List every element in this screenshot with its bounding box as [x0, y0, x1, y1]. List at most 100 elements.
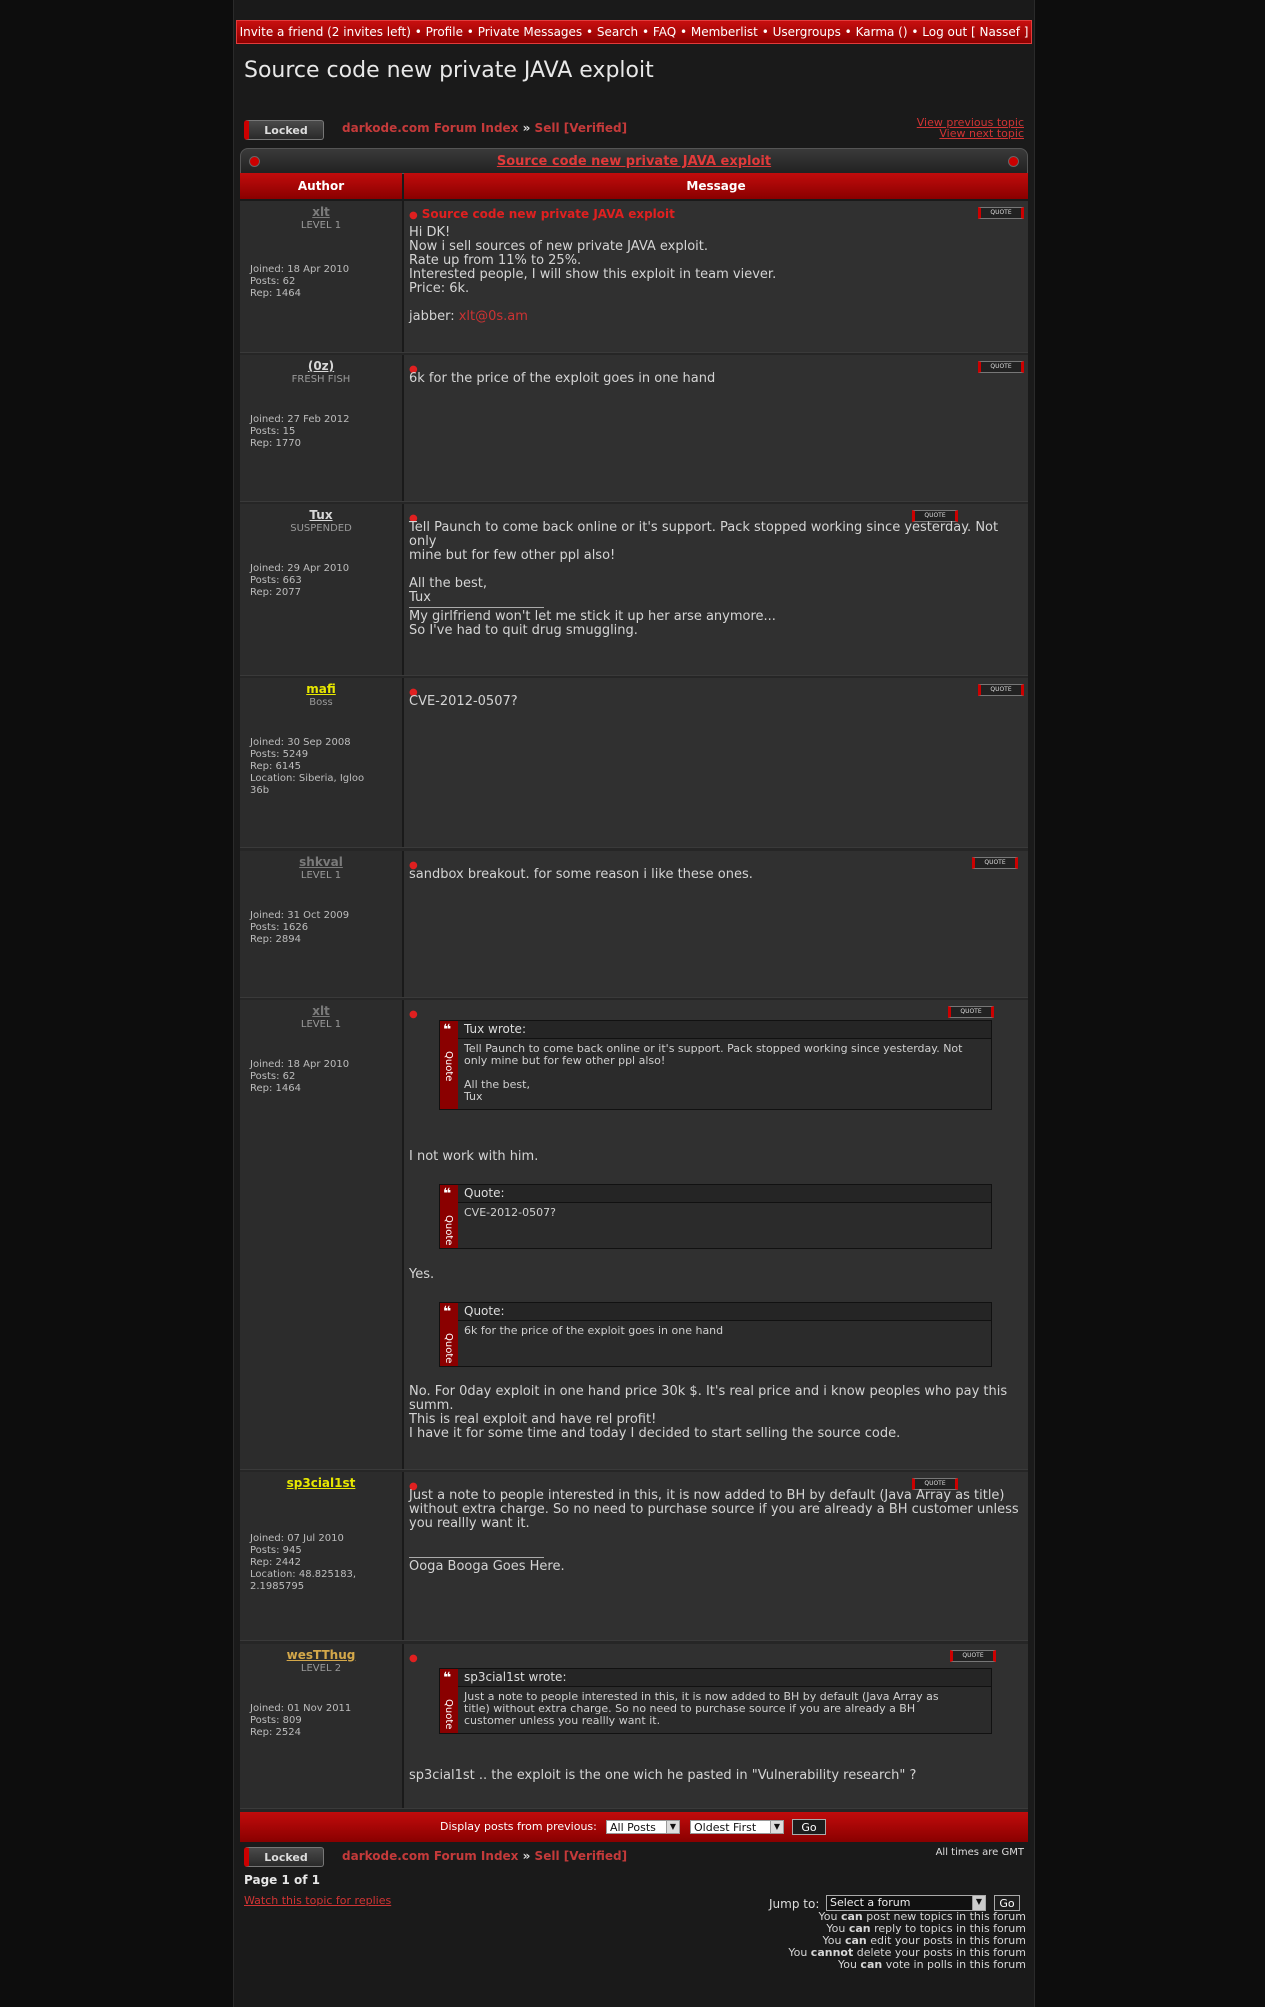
post-body: Tell Paunch to come back online or it's …	[409, 521, 1022, 605]
watch-topic-link[interactable]: Watch this topic for replies	[244, 1894, 391, 1907]
quote-mark-icon: ❝	[443, 1304, 452, 1320]
post-author-cell: shkval LEVEL 1 Joined: 31 Oct 2009 Posts: …	[240, 851, 404, 997]
post-row: Tux SUSPENDED Joined: 29 Apr 2010 Posts: 6…	[240, 504, 1028, 693]
post-row: wesTThug LEVEL 2 Joined: 01 Nov 2011 Posts…	[240, 1644, 1028, 1826]
post-row: xlt LEVEL 1 Joined: 18 Apr 2010 Posts: 62 …	[240, 1000, 1028, 1487]
post-author-name[interactable]: wesTThug	[240, 1648, 402, 1662]
page-title: Source code new private JAVA exploit	[244, 58, 654, 83]
nav-memberlist[interactable]: Memberlist	[691, 25, 758, 39]
quote-sidebar: ❝ Quote	[440, 1669, 458, 1733]
quote-button[interactable]: QUOTE	[948, 1006, 994, 1018]
post-author-cell: mafi Boss Joined: 30 Sep 2008 Posts: 5249 …	[240, 678, 404, 847]
post-author-stats: Joined: 18 Apr 2010 Posts: 62 Rep: 1464	[250, 1059, 350, 1094]
quote-sidebar: ❝ Quote	[440, 1303, 458, 1366]
post-body: 6k for the price of the exploit goes in …	[409, 372, 1022, 386]
post-message-cell: ● QUOTE Tell Paunch to come back online or…	[404, 504, 1028, 675]
view-next-topic-link[interactable]: View next topic	[917, 128, 1024, 139]
post-author-stats: Joined: 27 Feb 2012 Posts: 15 Rep: 1770	[250, 414, 350, 449]
nav-faq[interactable]: FAQ	[653, 25, 676, 39]
post-author-rank: FRESH FISH	[291, 374, 351, 385]
post-author-rank: Boss	[309, 697, 333, 708]
post-author-rank: LEVEL 1	[300, 220, 342, 231]
column-header-message: Message	[404, 173, 1028, 199]
nav-karma[interactable]: Karma ()	[856, 25, 908, 39]
post-body-text: CVE-2012-0507?	[409, 694, 518, 709]
locked-button-bottom[interactable]: Locked	[244, 1847, 324, 1867]
post-body-text: 6k for the price of the exploit goes in …	[409, 371, 716, 386]
post-author-name[interactable]: sp3cial1st	[240, 1476, 402, 1490]
post-author-name[interactable]: xlt	[240, 205, 402, 219]
quote-header: sp3cial1st wrote:	[458, 1669, 991, 1687]
breadcrumb-bottom: darkode.com Forum Index » Sell [Verified…	[342, 1849, 628, 1863]
page-wrapper: Invite a friend (2 invites left) • Profi…	[233, 0, 1035, 2007]
nav-profile[interactable]: Profile	[426, 25, 463, 39]
post-author-name[interactable]: (0z)	[240, 359, 402, 373]
nav-private-messages[interactable]: Private Messages	[478, 25, 583, 39]
topic-table-header: Source code new private JAVA exploit	[240, 148, 1028, 174]
post-body-text: Tell Paunch to come back online or it's …	[409, 520, 999, 605]
timezone-note: All times are GMT	[935, 1847, 1024, 1858]
posts-range-select[interactable]: All Posts ▼	[606, 1820, 680, 1834]
post-author-rank: LEVEL 1	[300, 870, 342, 881]
post-author-cell: xlt LEVEL 1 Joined: 18 Apr 2010 Posts: 62 …	[240, 201, 404, 352]
column-header-author: Author	[240, 173, 402, 199]
breadcrumb-forum-index-bottom[interactable]: darkode.com Forum Index	[342, 1849, 518, 1863]
post-bullet-icon: ●	[409, 1009, 418, 1020]
signature-divider	[409, 1557, 544, 1558]
post-title: ●	[409, 1650, 422, 1664]
header-dot-right-icon	[1008, 156, 1019, 167]
post-author-name[interactable]: Tux	[240, 508, 402, 522]
quote-side-label: Quote	[443, 1333, 454, 1364]
quote-body: 6k for the price of the exploit goes in …	[464, 1324, 724, 1337]
nav-invite[interactable]: Invite a friend (2 invites left)	[240, 25, 411, 39]
post-body-text: sp3cial1st .. the exploit is the one wic…	[409, 1768, 917, 1783]
post-author-name[interactable]: mafi	[240, 682, 402, 696]
post-message-cell: ● Source code new private JAVA exploit QUO…	[404, 201, 1028, 352]
quote-mark-icon: ❝	[443, 1186, 452, 1202]
post-author-stats: Joined: 29 Apr 2010 Posts: 663 Rep: 2077	[250, 563, 350, 598]
post-signature: My girlfriend won't let me stick it up h…	[409, 609, 776, 638]
post-author-name[interactable]: xlt	[240, 1004, 402, 1018]
post-row: sp3cial1st Joined: 07 Jul 2010 Posts: 945…	[240, 1472, 1028, 1658]
sort-order-select[interactable]: Oldest First ▼	[690, 1820, 784, 1834]
forum-permissions: You can post new topics in this forum You…	[788, 1911, 1026, 1971]
quote-button[interactable]: QUOTE	[978, 207, 1024, 219]
quote-side-label: Quote	[443, 1699, 454, 1730]
post-body: CVE-2012-0507?	[409, 695, 1022, 709]
post-author-rank: LEVEL 1	[300, 1019, 342, 1030]
post-row: (0z) FRESH FISH Joined: 27 Feb 2012 Posts:…	[240, 355, 1028, 519]
post-author-stats: Joined: 31 Oct 2009 Posts: 1626 Rep: 289…	[250, 910, 350, 945]
page-indicator: Page 1 of 1	[244, 1873, 320, 1887]
nav-logout[interactable]: Log out [ Nassef ]	[922, 25, 1028, 39]
post-message-cell: ● QUOTE Just a note to people interested i…	[404, 1472, 1028, 1640]
quote-side-label: Quote	[443, 1051, 454, 1082]
post-message-cell: ● QUOTE 6k for the price of the exploit go…	[404, 355, 1028, 501]
locked-button-top[interactable]: Locked	[244, 120, 324, 140]
quote-box-cve: ❝ Quote Quote: CVE-2012-0507?	[439, 1184, 992, 1249]
quote-header: Quote:	[458, 1303, 991, 1321]
jump-go-button[interactable]: Go	[994, 1895, 1020, 1911]
post-author-name[interactable]: shkval	[240, 855, 402, 869]
display-go-button[interactable]: Go	[792, 1819, 826, 1835]
display-label: Display posts from previous:	[440, 1820, 597, 1833]
topic-table-title-link[interactable]: Source code new private JAVA exploit	[497, 154, 771, 169]
nav-usergroups[interactable]: Usergroups	[773, 25, 841, 39]
post-author-stats: Joined: 07 Jul 2010 Posts: 945 Rep: 2442…	[250, 1533, 357, 1592]
post-author-rank: LEVEL 2	[300, 1663, 342, 1674]
quote-sidebar: ❝ Quote	[440, 1021, 458, 1109]
post-author-stats: Joined: 30 Sep 2008 Posts: 5249 Rep: 614…	[250, 737, 365, 796]
post-title: ● Source code new private JAVA exploit	[409, 207, 675, 221]
jump-to-select[interactable]: Select a forum ▼	[826, 1895, 986, 1911]
post-body: sandbox breakout. for some reason i like…	[409, 868, 1022, 882]
jabber-link[interactable]: xlt@0s.am	[459, 309, 528, 324]
nav-search[interactable]: Search	[597, 25, 638, 39]
quote-box-tux: ❝ Quote Tux wrote: Tell Paunch to come back…	[439, 1020, 992, 1110]
post-row: shkval LEVEL 1 Joined: 31 Oct 2009 Posts: …	[240, 851, 1028, 1015]
quote-box-price: ❝ Quote Quote: 6k for the price of the expl…	[439, 1302, 992, 1367]
post-author-rank: SUSPENDED	[290, 523, 352, 534]
breadcrumb-forum-index[interactable]: darkode.com Forum Index	[342, 121, 518, 135]
quote-button[interactable]: QUOTE	[950, 1650, 996, 1662]
quote-body: CVE-2012-0507?	[464, 1206, 556, 1219]
breadcrumb-forum[interactable]: Sell [Verified]	[535, 121, 628, 135]
breadcrumb-forum-bottom[interactable]: Sell [Verified]	[535, 1849, 628, 1863]
